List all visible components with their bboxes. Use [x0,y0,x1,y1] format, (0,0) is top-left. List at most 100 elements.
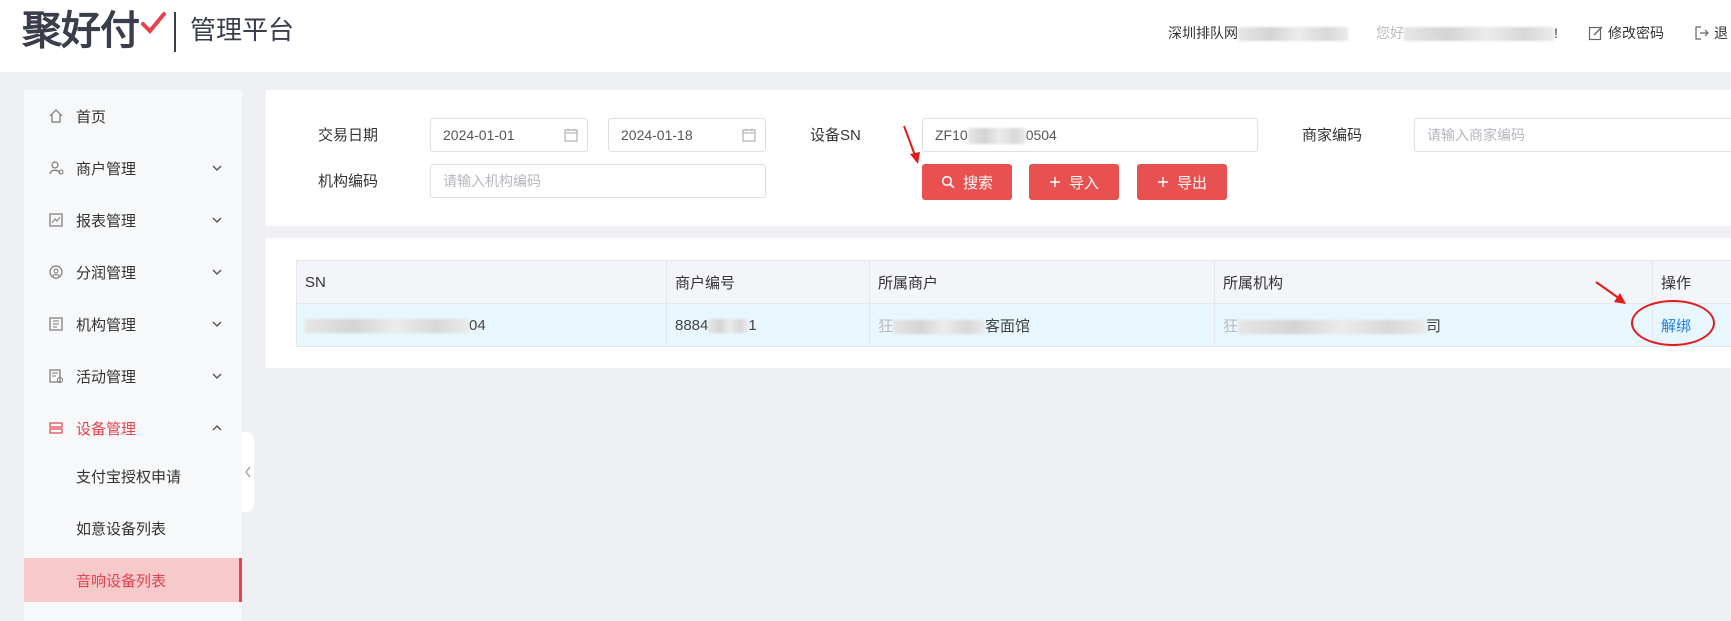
org-code-label: 机构编码 [318,173,379,190]
org-code-input[interactable]: 请输入机构编码 [430,164,766,198]
change-password-label: 修改密码 [1608,25,1664,41]
merchant-suffix: 客面馆 [985,317,1031,335]
org-prefix: 狂 [1223,317,1239,335]
chevron-down-icon [212,165,222,171]
sidebar-subitem-label: 支付宝授权申请 [76,468,182,486]
table-row: 04 8884 1 狂客面馆 狂司 解绑 [296,303,1731,347]
column-header-action: 操作 [1652,260,1731,304]
logout-label: 退 [1714,25,1728,41]
chevron-left-icon [245,466,251,478]
org-icon [49,317,63,331]
calendar-icon [742,128,756,142]
sidebar-subitem-label: 音响设备列表 [76,572,167,590]
table-panel: SN 商户编号 所属商户 所属机构 操作 04 8884 1 狂客面馆 狂司 解… [266,238,1731,368]
sidebar-subitem-speaker-devices[interactable]: 音响设备列表 [24,558,242,602]
change-password-link[interactable]: 修改密码 [1588,22,1664,44]
column-header-merchant: 所属商户 [869,260,1215,304]
cell-sn: 04 [296,303,667,347]
import-button-label: 导入 [1068,174,1099,192]
search-icon [941,175,955,189]
column-header-sn: SN [296,260,667,304]
cell-merchant: 狂 客面馆 [869,303,1215,347]
date-start-value: 2024-01-01 [443,127,515,143]
redacted-org [1238,319,1427,334]
merchant-code-label: 商家编码 [1302,127,1363,144]
device-sn-prefix: ZF10 [935,127,968,143]
org-suffix: 司 [1426,317,1442,335]
merchant-no-suffix: 1 [748,316,757,334]
redacted-merchant [893,319,986,334]
column-header-merchant-no: 商户编号 [666,260,870,304]
calendar-icon [564,128,578,142]
filter-panel: 交易日期 2024-01-01 2024-01-18 设备SN ZF10 0504… [266,90,1731,226]
redacted-merchant-no [708,318,749,333]
sidebar-item-profit[interactable]: 分润管理 [24,246,242,298]
redacted-org-name [1238,27,1348,42]
sidebar-item-device[interactable]: 设备管理 [24,402,242,454]
activity-icon [49,369,63,383]
chevron-down-icon [212,269,222,275]
home-icon [49,109,63,123]
sidebar-item-merchant[interactable]: 商户管理 [24,142,242,194]
sidebar-subitem-alipay-auth[interactable]: 支付宝授权申请 [24,454,242,498]
merchant-prefix: 狂 [878,317,894,335]
sidebar-subitem-label: 如意设备列表 [76,520,167,538]
search-button-label: 搜索 [962,174,993,192]
search-button[interactable]: 搜索 [922,164,1012,200]
logo: 聚好付 [22,9,140,53]
export-button[interactable]: 导出 [1137,164,1227,200]
sidebar-item-org[interactable]: 机构管理 [24,298,242,350]
cell-merchant-no: 8884 1 [666,303,870,347]
sidebar-item-label: 活动管理 [76,368,137,386]
top-header: 聚好付 管理平台 深圳排队网 您好! 修改密码 退 [0,0,1731,72]
redacted-sn [305,318,469,333]
sn-suffix: 04 [469,316,486,334]
edit-icon [1588,26,1603,41]
logout-link[interactable]: 退 [1694,22,1728,44]
sidebar-item-home[interactable]: 首页 [24,90,242,142]
column-header-org: 所属机构 [1214,260,1653,304]
import-button[interactable]: 导入 [1029,164,1119,200]
merchant-code-placeholder: 请输入商家编码 [1427,127,1525,143]
profit-icon [49,265,63,279]
sidebar-subitem-ruyi-devices[interactable]: 如意设备列表 [24,506,242,550]
sidebar-item-label: 分润管理 [76,264,137,282]
org-name: 深圳排队网 [1168,22,1348,44]
plus-icon [1157,177,1168,187]
logo-divider [174,12,176,52]
redacted-device-sn [967,128,1026,145]
logout-icon [1695,26,1709,40]
greeting: 您好! [1376,22,1558,44]
sidebar: 首页 商户管理 报表管理 分润管理 机构管理 活动管理 设备管理 支付宝授权申请… [24,90,242,621]
platform-title: 管理平台 [190,15,295,45]
cell-org: 狂司 [1214,303,1653,347]
annotation-circle-unbind [1631,300,1715,346]
merchant-code-input[interactable]: 请输入商家编码 [1414,118,1731,152]
merchant-icon [49,161,64,175]
report-icon [49,213,63,227]
sidebar-item-activity[interactable]: 活动管理 [24,350,242,402]
date-end-value: 2024-01-18 [621,127,693,143]
date-end-input[interactable]: 2024-01-18 [608,118,766,152]
sidebar-item-label: 首页 [76,108,107,126]
org-name-text: 深圳排队网 [1168,25,1238,41]
logo-check-icon [141,12,166,34]
date-start-input[interactable]: 2024-01-01 [430,118,588,152]
sidebar-item-label: 机构管理 [76,316,137,334]
sidebar-item-label: 报表管理 [76,212,137,230]
sidebar-item-reports[interactable]: 报表管理 [24,194,242,246]
device-sn-label: 设备SN [810,127,861,144]
sidebar-collapse-handle[interactable] [242,432,254,512]
sidebar-item-label: 设备管理 [76,420,137,438]
table-header-row: SN 商户编号 所属商户 所属机构 操作 [296,260,1731,304]
chevron-down-icon [212,321,222,327]
device-table: SN 商户编号 所属商户 所属机构 操作 04 8884 1 狂客面馆 狂司 解… [296,260,1731,347]
chevron-up-icon [212,425,222,431]
annotation-arrow-unbind [1595,281,1626,304]
greeting-text: 您好 [1376,25,1404,41]
device-sn-input[interactable]: ZF10 0504 [922,118,1258,152]
device-icon [49,422,63,434]
annotation-arrow-search [903,125,920,164]
chevron-down-icon [212,217,222,223]
merchant-no-prefix: 8884 [675,316,709,334]
